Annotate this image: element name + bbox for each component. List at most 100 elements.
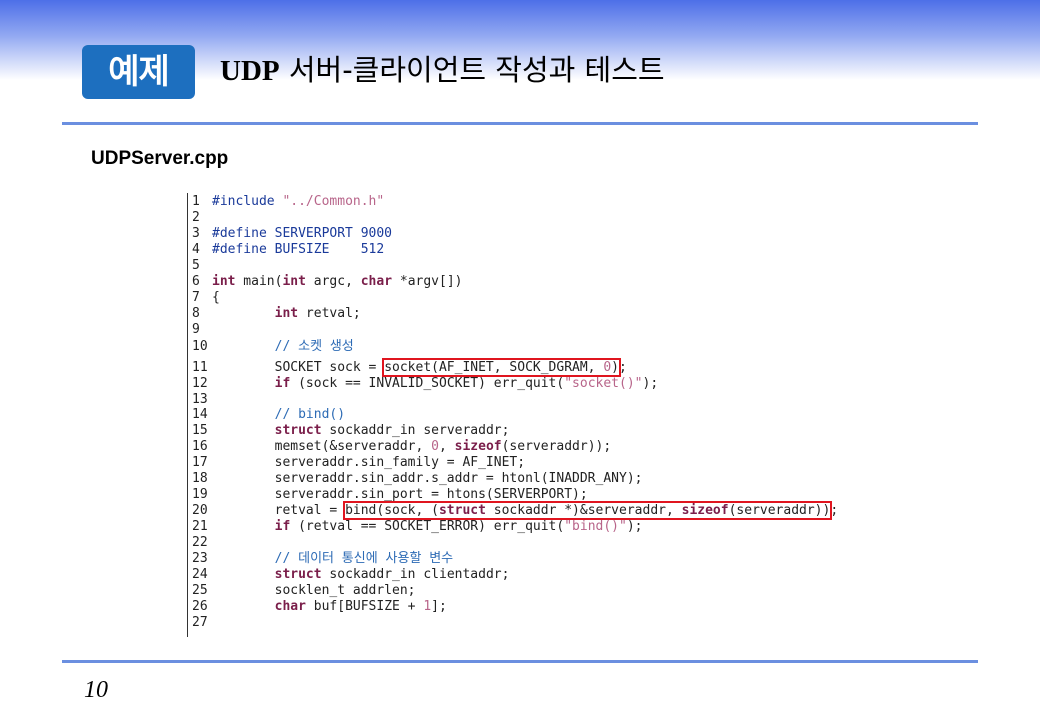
keyword: int — [282, 274, 306, 289]
keyword: int — [212, 274, 236, 289]
highlight-box: socket(AF_INET, SOCK_DGRAM, 0) — [382, 358, 621, 377]
line-number: 18 — [192, 471, 208, 486]
code-text: argc, — [305, 274, 361, 289]
line-code: SOCKET sock = socket(AF_INET, SOCK_DGRAM… — [212, 358, 627, 377]
line-number: 27 — [192, 615, 208, 630]
preprocessor: #define BUFSIZE 512 — [212, 242, 385, 257]
line-number: 8 — [192, 306, 200, 321]
keyword: sizeof — [454, 439, 502, 454]
keyword: sizeof — [681, 503, 729, 518]
keyword: char — [274, 599, 306, 614]
keyword: struct — [438, 503, 486, 518]
line-number: 19 — [192, 487, 208, 502]
line-number: 13 — [192, 392, 208, 407]
code-text: SOCKET sock = — [212, 360, 385, 375]
line-code: // 소켓 생성 — [212, 339, 354, 355]
page-title: UDP 서버-클라이언트 작성과 테스트 — [220, 48, 665, 92]
line-number: 20 — [192, 503, 208, 518]
code-text: retval; — [298, 306, 361, 321]
line-number: 1 — [192, 194, 200, 209]
code-text: ; — [619, 360, 627, 375]
code-text: ) — [611, 360, 619, 375]
line-code: struct sockaddr_in clientaddr; — [212, 567, 510, 583]
line-number: 21 — [192, 519, 208, 534]
line-code: int main(int argc, char *argv[]) — [212, 274, 463, 290]
line-number: 24 — [192, 567, 208, 582]
line-number: 3 — [192, 226, 200, 241]
code-text: ); — [642, 376, 659, 391]
code-text: { — [212, 290, 220, 305]
code-text: sockaddr_in clientaddr; — [321, 567, 510, 582]
line-number: 26 — [192, 599, 208, 614]
page-title-rest: 서버-클라이언트 작성과 테스트 — [279, 53, 665, 87]
line-number: 23 — [192, 551, 208, 566]
line-code: memset(&serveraddr, 0, sizeof(serveraddr… — [212, 439, 612, 455]
line-code: retval = bind(sock, (struct sockaddr *)&… — [212, 501, 838, 520]
keyword: struct — [274, 567, 322, 582]
example-badge: 예제 — [82, 45, 195, 99]
preprocessor: #include — [212, 194, 283, 209]
line-number: 17 — [192, 455, 208, 470]
code-text: ]; — [431, 599, 447, 614]
line-number: 4 — [192, 242, 200, 257]
code-listing: 1 #include "../Common.h" 2 3 #define SERVERP… — [187, 193, 848, 637]
line-number: 14 — [192, 407, 208, 422]
string-literal: "bind()" — [564, 519, 627, 534]
line-code: #define SERVERPORT 9000 — [212, 226, 392, 242]
line-code: struct sockaddr_in serveraddr; — [212, 423, 510, 439]
string-literal: "../Common.h" — [282, 194, 385, 209]
code-text: , — [438, 439, 455, 454]
code-text: socklen_t addrlen; — [212, 583, 416, 598]
keyword: int — [274, 306, 299, 321]
line-code: serveraddr.sin_addr.s_addr = htonl(INADD… — [212, 471, 643, 487]
code-text: serveraddr.sin_family = AF_INET; — [212, 455, 526, 470]
code-text: serveraddr.sin_addr.s_addr = htonl(INADD… — [212, 471, 643, 486]
line-number: 10 — [192, 339, 208, 354]
code-text: (serveraddr)); — [501, 439, 612, 454]
line-number: 16 — [192, 439, 208, 454]
comment: // bind() — [274, 407, 346, 422]
code-text: sockaddr_in serveraddr; — [321, 423, 510, 438]
code-text: memset(&serveraddr, — [212, 439, 432, 454]
keyword: if — [274, 519, 291, 534]
line-number: 2 — [192, 210, 200, 225]
keyword: if — [274, 376, 291, 391]
line-code: // 데이터 통신에 사용할 변수 — [212, 551, 454, 567]
code-text: (retval == SOCKET_ERROR) err_quit( — [290, 519, 565, 534]
line-code: #include "../Common.h" — [212, 194, 384, 210]
line-number: 22 — [192, 535, 208, 550]
line-code: int retval; — [212, 306, 361, 322]
code-text: (serveraddr)) — [728, 503, 831, 518]
code-text: (sock == INVALID_SOCKET) err_quit( — [290, 376, 565, 391]
line-code: if (sock == INVALID_SOCKET) err_quit("so… — [212, 376, 659, 392]
line-code: if (retval == SOCKET_ERROR) err_quit("bi… — [212, 519, 643, 535]
line-code: serveraddr.sin_family = AF_INET; — [212, 455, 525, 471]
highlight-box: bind(sock, (struct sockaddr *)&serveradd… — [343, 501, 833, 520]
code-text: buf[BUFSIZE + — [305, 599, 424, 614]
line-number: 7 — [192, 290, 200, 305]
line-number: 11 — [192, 360, 208, 375]
line-number: 12 — [192, 376, 208, 391]
number-literal: 0 — [603, 360, 612, 375]
code-text: socket(AF_INET, SOCK_DGRAM, — [384, 360, 604, 375]
line-code: // bind() — [212, 407, 345, 423]
code-text: bind(sock, ( — [345, 503, 439, 518]
code-text: main( — [235, 274, 283, 289]
code-text: serveraddr.sin_port = htons(SERVERPORT); — [212, 487, 588, 502]
code-text: *argv[]) — [392, 274, 463, 289]
keyword: struct — [274, 423, 322, 438]
keyword: char — [360, 274, 393, 289]
line-code: char buf[BUFSIZE + 1]; — [212, 599, 447, 615]
bottom-divider — [62, 660, 978, 663]
comment: // 데이터 통신에 사용할 변수 — [274, 551, 454, 566]
line-code: socklen_t addrlen; — [212, 583, 416, 599]
page-number: 10 — [84, 677, 108, 703]
